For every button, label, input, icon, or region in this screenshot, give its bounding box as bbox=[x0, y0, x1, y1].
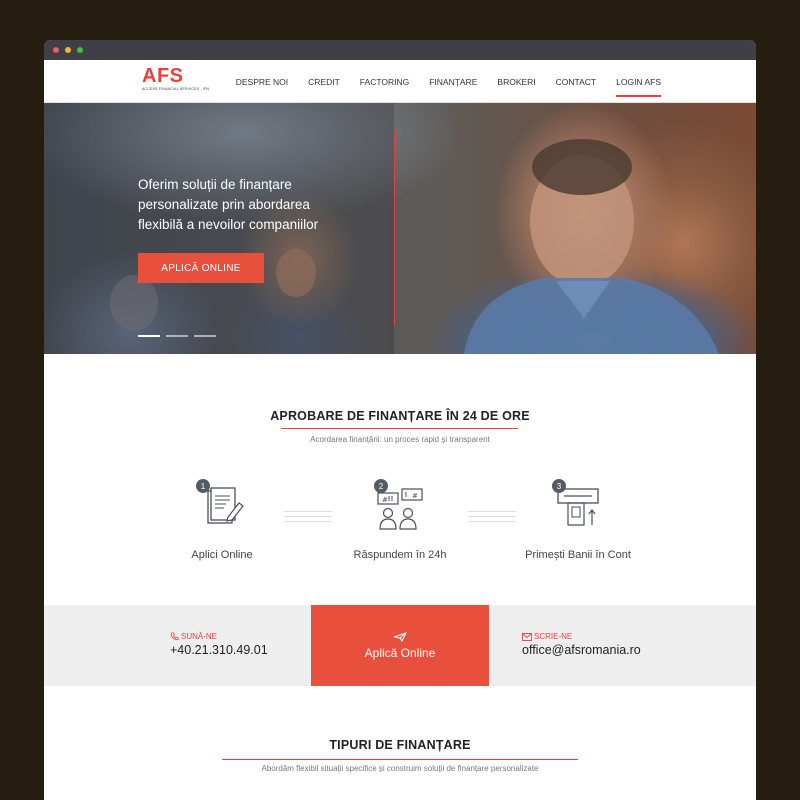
contact-cta-band: SUNĂ-NE +40.21.310.49.01 Aplică Online S… bbox=[44, 605, 756, 686]
step-label: Primești Banii în Cont bbox=[525, 549, 631, 561]
team-chat-icon: 2 # # bbox=[370, 479, 430, 541]
apply-online-cta-label: Aplică Online bbox=[364, 645, 436, 660]
step-response-24h: 2 # # Răspundem în 24h bbox=[330, 479, 470, 561]
phone-block: SUNĂ-NE +40.21.310.49.01 bbox=[170, 632, 268, 657]
hero-headline-line: personalizate prin abordarea bbox=[138, 197, 310, 212]
phone-label: SUNĂ-NE bbox=[170, 632, 268, 641]
svg-text:#: # bbox=[412, 492, 418, 500]
hero-headline-line: flexibilă a nevoilor companiilor bbox=[138, 217, 319, 232]
email-block: SCRIE-NE office@afsromania.ro bbox=[522, 632, 641, 657]
hero-headline-line: Oferim soluții de finanțare bbox=[138, 177, 292, 192]
phone-number-link[interactable]: +40.21.310.49.01 bbox=[170, 643, 268, 657]
financing-types-title: TIPURI DE FINANȚARE bbox=[329, 738, 471, 752]
nav-contact[interactable]: CONTACT bbox=[556, 73, 596, 91]
step-number: 3 bbox=[552, 479, 566, 493]
email-label-text: SCRIE-NE bbox=[534, 632, 573, 641]
slider-pagination bbox=[138, 335, 222, 337]
step-receive-money: 3 Primești Banii în Cont bbox=[508, 479, 648, 561]
apply-online-button[interactable]: APLICĂ ONLINE bbox=[138, 253, 264, 283]
financing-types-underline bbox=[222, 759, 578, 760]
nav-factoring[interactable]: FACTORING bbox=[360, 73, 409, 91]
atm-card-icon: 3 bbox=[548, 479, 608, 541]
email-address-link[interactable]: office@afsromania.ro bbox=[522, 643, 641, 657]
financing-types-subtitle: Abordăm flexibil situații specifice și c… bbox=[261, 764, 539, 773]
nav-login-afs[interactable]: LOGIN AFS bbox=[616, 73, 661, 97]
hero-banner: Oferim soluții de finanțare personalizat… bbox=[44, 103, 756, 354]
hero-divider-line bbox=[394, 131, 395, 326]
svg-text:#: # bbox=[382, 496, 388, 504]
slider-dot-3[interactable] bbox=[194, 335, 216, 337]
hero-headline: Oferim soluții de finanțare personalizat… bbox=[138, 175, 358, 235]
approval-title-underline bbox=[281, 428, 518, 429]
financing-types-section: TIPURI DE FINANȚARE Abordăm flexibil sit… bbox=[44, 686, 756, 800]
close-window-dot[interactable] bbox=[53, 47, 59, 53]
nav-brokeri[interactable]: BROKERI bbox=[497, 73, 535, 91]
phone-label-text: SUNĂ-NE bbox=[181, 632, 218, 641]
approval-section: APROBARE DE FINANȚARE ÎN 24 DE ORE Acord… bbox=[44, 354, 756, 605]
paper-plane-icon bbox=[393, 631, 407, 642]
approval-title: APROBARE DE FINANȚARE ÎN 24 DE ORE bbox=[270, 409, 530, 423]
step-apply-online: 1 Aplici Online bbox=[152, 479, 292, 561]
logo-wordmark: AFS bbox=[142, 65, 184, 87]
envelope-icon bbox=[522, 632, 532, 641]
nav-finantare[interactable]: FINANȚARE bbox=[429, 73, 477, 91]
minimize-window-dot[interactable] bbox=[65, 47, 71, 53]
step-connector bbox=[284, 511, 332, 525]
browser-chrome bbox=[44, 40, 756, 60]
document-pen-icon: 1 bbox=[192, 479, 252, 541]
phone-icon bbox=[170, 632, 179, 641]
email-label: SCRIE-NE bbox=[522, 632, 641, 641]
site-header: AFS ACCESS FINANCIAL SERVICES - IFN DESP… bbox=[44, 60, 756, 103]
slider-dot-1[interactable] bbox=[138, 335, 160, 337]
step-number: 1 bbox=[196, 479, 210, 493]
apply-online-cta-button[interactable]: Aplică Online bbox=[311, 605, 489, 686]
step-number: 2 bbox=[374, 479, 388, 493]
step-label: Răspundem în 24h bbox=[353, 549, 447, 561]
step-label: Aplici Online bbox=[191, 549, 253, 561]
nav-credit[interactable]: CREDIT bbox=[308, 73, 340, 91]
main-nav: DESPRE NOI CREDIT FACTORING FINANȚARE BR… bbox=[216, 60, 661, 103]
nav-despre-noi[interactable]: DESPRE NOI bbox=[236, 73, 288, 91]
approval-subtitle: Acordarea finanțării: un proces rapid și… bbox=[310, 435, 490, 444]
slider-dot-2[interactable] bbox=[166, 335, 188, 337]
afs-logo[interactable]: AFS ACCESS FINANCIAL SERVICES - IFN bbox=[142, 66, 209, 91]
logo-tagline: ACCESS FINANCIAL SERVICES - IFN bbox=[142, 87, 210, 91]
browser-window: AFS ACCESS FINANCIAL SERVICES - IFN DESP… bbox=[44, 40, 756, 800]
maximize-window-dot[interactable] bbox=[77, 47, 83, 53]
